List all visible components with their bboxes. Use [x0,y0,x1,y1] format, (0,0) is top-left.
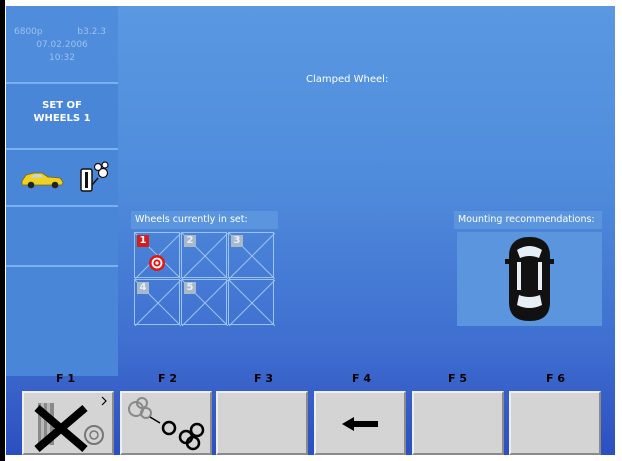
status-panel: 6800p b3.2.3 07.02.2006 10:32 [6,6,118,82]
slot-cross-lines [229,280,275,326]
wheels-panel-title: Wheels currently in set: [131,211,278,229]
window-frame: 6800p b3.2.3 07.02.2006 10:32 SET OF WHE… [0,0,622,461]
sidebar-empty-panel [6,267,118,376]
wheel-set-panel[interactable]: SET OF WHEELS 1 [6,84,118,148]
slot-number: 3 [231,235,243,247]
mounting-panel-title: Mounting recommendations: [454,211,602,229]
wheel-slot-2[interactable]: 2 [181,232,228,279]
f6-button[interactable] [509,391,601,455]
wheel-slot-3[interactable]: 3 [228,232,275,279]
wheel-slot-4[interactable]: 4 [134,279,181,326]
fkey-label-f1: F 1 [56,372,75,385]
slot-number: 4 [137,282,149,294]
wheel-balancer-icon [80,161,109,192]
wheel-set-label-line2: WHEELS 1 [33,113,91,124]
left-border [0,0,5,461]
f4-back-button[interactable] [314,391,406,455]
wheel-slot-grid: 12 3 4 5 [134,232,276,326]
wheel-slot-5[interactable]: 5 [181,279,228,326]
slot-number: 2 [184,235,196,247]
vehicle-mode-panel[interactable] [6,150,118,205]
fkey-label-f5: F 5 [448,372,467,385]
mode-icons [21,161,109,192]
wheel-slot-1[interactable]: 1 [134,232,181,279]
clamped-wheel-label: Clamped Wheel: [306,74,389,85]
fkey-label-f2: F 2 [158,372,177,385]
wheel-set-label: SET OF WHEELS 1 [6,99,118,125]
target-icon [149,255,165,271]
wheel-set-label-line1: SET OF [42,100,82,111]
f5-button[interactable] [412,391,504,455]
wheel-slot-6[interactable] [228,279,275,326]
sidebar-empty-panel [6,207,118,265]
cancel-x-icon [34,396,107,453]
slot-number: 5 [184,282,196,294]
arrow-left-icon [342,417,378,431]
f2-wheel-set-button[interactable] [120,391,212,455]
f3-button[interactable] [216,391,308,455]
time-label: 10:32 [49,53,75,63]
f1-cancel-button[interactable] [22,391,114,455]
fkey-label-f6: F 6 [546,372,565,385]
car-icon [21,172,64,189]
wheel-set-icon [128,397,205,451]
main-screen: 6800p b3.2.3 07.02.2006 10:32 SET OF WHE… [6,6,615,455]
date-label: 07.02.2006 [36,40,88,50]
mounting-recommendation-box [457,232,602,326]
car-top-view-icon [505,237,554,321]
model-label: 6800p [14,27,43,37]
function-key-labels: F 1 F 2 F 3 F 4 F 5 F 6 [6,372,615,392]
version-label: b3.2.3 [77,27,106,37]
fkey-label-f4: F 4 [352,372,371,385]
fkey-label-f3: F 3 [254,372,273,385]
sidebar: 6800p b3.2.3 07.02.2006 10:32 SET OF WHE… [6,6,118,376]
